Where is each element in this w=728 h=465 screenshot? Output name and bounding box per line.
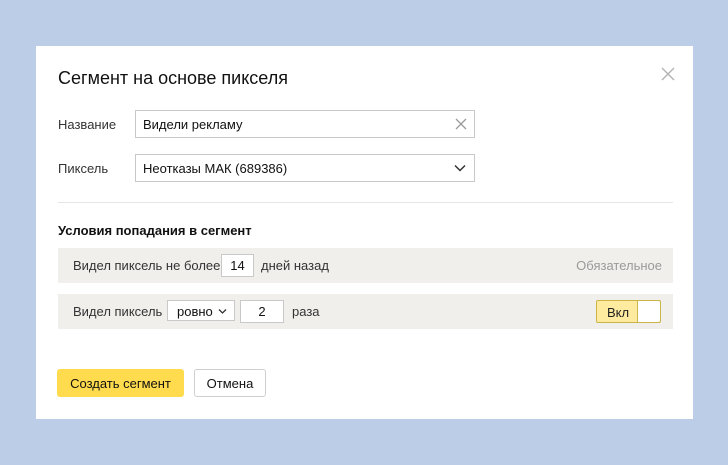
create-segment-button[interactable]: Создать сегмент (57, 369, 184, 397)
condition-row-count: Видел пиксель ровно 2 раза Вкл (58, 294, 673, 329)
chevron-down-icon (218, 309, 227, 314)
conditions-title: Условия попадания в сегмент (58, 223, 252, 238)
close-icon[interactable] (658, 64, 678, 84)
dialog-title: Сегмент на основе пикселя (58, 68, 288, 88)
condition-days-suffix: дней назад (261, 258, 329, 273)
pixel-select[interactable]: Неотказы МАК (689386) (135, 154, 475, 182)
condition-count-prefix: Видел пиксель (73, 304, 163, 319)
count-mode-value: ровно (177, 304, 213, 319)
clear-icon[interactable] (455, 118, 467, 130)
name-label: Название (58, 117, 117, 132)
condition-row-days: Видел пиксель не более 14 дней назад Обя… (58, 248, 673, 283)
name-input-value: Видели рекламу (143, 117, 243, 132)
pixel-select-value: Неотказы МАК (689386) (143, 161, 288, 176)
segment-dialog: Сегмент на основе пикселя Название Видел… (36, 46, 693, 419)
days-input[interactable]: 14 (221, 254, 254, 277)
cancel-button[interactable]: Отмена (194, 369, 266, 397)
toggle-knob (637, 301, 660, 322)
count-mode-select[interactable]: ровно (167, 300, 235, 321)
condition-count-suffix: раза (292, 304, 320, 319)
count-input[interactable]: 2 (240, 300, 284, 323)
required-label: Обязательное (576, 258, 662, 273)
enable-toggle[interactable]: Вкл (596, 300, 661, 323)
chevron-down-icon (454, 164, 466, 172)
condition-days-prefix: Видел пиксель не более (73, 258, 221, 273)
pixel-label: Пиксель (58, 161, 109, 176)
divider (58, 202, 673, 203)
name-input[interactable]: Видели рекламу (135, 110, 475, 138)
toggle-label: Вкл (607, 305, 630, 320)
